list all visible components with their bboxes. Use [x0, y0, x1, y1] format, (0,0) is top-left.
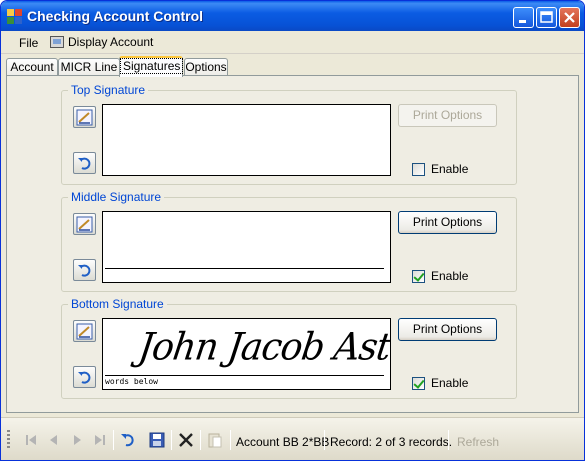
bottom-undo-button[interactable] [73, 366, 96, 388]
maximize-button[interactable] [536, 7, 557, 28]
next-record-icon [74, 435, 81, 445]
bottom-signature-label: Bottom Signature [68, 297, 167, 311]
tab-options[interactable]: Options [184, 58, 228, 76]
paste-icon [208, 433, 222, 448]
paste-button[interactable] [205, 431, 225, 449]
last-record-icon [95, 435, 105, 445]
bottom-enable-box[interactable] [412, 376, 425, 390]
next-record-button[interactable] [67, 431, 87, 449]
save-button[interactable] [147, 431, 167, 449]
toolbar-separator [448, 430, 449, 450]
bottom-signature-line [105, 375, 384, 376]
undo-toolbar-button[interactable] [118, 431, 138, 449]
top-undo-button[interactable] [73, 152, 96, 174]
middle-edit-signature-button[interactable] [73, 213, 96, 235]
toolbar-separator [324, 430, 325, 450]
top-print-options-button[interactable]: Print Options [398, 104, 497, 127]
tab-micr-line[interactable]: MICR Line [58, 58, 120, 76]
edit-signature-icon [76, 109, 93, 126]
tab-account[interactable]: Account [6, 58, 58, 76]
previous-record-button[interactable] [44, 431, 64, 449]
menu-bar: File Display Account [1, 31, 584, 54]
minimize-icon [519, 20, 526, 23]
words-below-label: words below [105, 377, 158, 386]
middle-print-options-button[interactable]: Print Options [398, 211, 497, 234]
delete-icon [179, 433, 193, 447]
close-button[interactable] [559, 7, 580, 28]
toolbar-grip[interactable] [7, 430, 10, 450]
first-record-button[interactable] [21, 431, 41, 449]
window-title: Checking Account Control [27, 8, 204, 24]
tab-signatures[interactable]: Signatures [119, 56, 184, 77]
record-navigator-toolbar: Account BB 2*BB Record: 2 of 3 records. … [1, 417, 584, 460]
record-status-label: Record: 2 of 3 records. [330, 435, 453, 449]
middle-signature-label: Middle Signature [68, 190, 165, 204]
bottom-enable-label: Enable [431, 376, 469, 390]
menu-display-account[interactable]: Display Account [50, 35, 153, 49]
title-bar[interactable]: Checking Account Control [1, 1, 584, 31]
top-enable-checkbox[interactable]: Enable [412, 162, 468, 176]
middle-undo-button[interactable] [73, 259, 96, 281]
undo-icon [78, 157, 91, 170]
middle-signature-group: Middle Signature Print Options Enable [61, 190, 517, 292]
middle-enable-label: Enable [431, 269, 469, 283]
display-account-icon [50, 36, 64, 48]
top-signature-box[interactable] [102, 104, 391, 176]
middle-enable-checkbox[interactable]: Enable [412, 269, 468, 283]
save-icon [149, 432, 165, 448]
close-icon [564, 12, 575, 23]
toolbar-separator [113, 430, 114, 450]
undo-icon [78, 264, 91, 277]
top-edit-signature-button[interactable] [73, 106, 96, 128]
toolbar-separator [200, 430, 201, 450]
app-icon [7, 9, 22, 24]
bottom-print-options-button[interactable]: Print Options [398, 318, 497, 341]
prev-record-icon [50, 435, 57, 445]
signature-image: John Jacob Astor [135, 325, 391, 370]
toolbar-separator [230, 430, 231, 450]
bottom-enable-checkbox[interactable]: Enable [412, 376, 468, 390]
maximize-icon [540, 11, 553, 23]
middle-enable-box[interactable] [412, 269, 425, 283]
toolbar-separator [171, 430, 172, 450]
menu-file[interactable]: File [19, 36, 38, 50]
middle-signature-line [105, 268, 384, 269]
last-record-button[interactable] [90, 431, 110, 449]
top-enable-label: Enable [431, 162, 469, 176]
menu-file-label: File [19, 36, 39, 50]
tab-signatures-label: Signatures [120, 58, 184, 74]
edit-signature-icon [76, 323, 93, 340]
menu-display-account-label: Display Account [68, 35, 154, 49]
top-signature-group: Top Signature Print Options Enable [61, 83, 517, 185]
undo-icon [121, 434, 134, 447]
top-signature-label: Top Signature [68, 83, 149, 97]
first-record-icon [26, 435, 36, 445]
app-window: Checking Account Control File Display Ac… [0, 0, 585, 461]
signatures-panel: Top Signature Print Options Enable Middl… [6, 75, 579, 413]
top-enable-box[interactable] [412, 162, 425, 176]
refresh-button[interactable]: Refresh [457, 435, 499, 449]
account-label: Account BB 2*BB [236, 435, 330, 449]
minimize-button[interactable] [513, 7, 534, 28]
bottom-signature-box[interactable]: John Jacob Astor words below [102, 318, 391, 390]
bottom-signature-group: Bottom Signature John Jacob Astor words … [61, 297, 517, 399]
edit-signature-icon [76, 216, 93, 233]
undo-icon [78, 371, 91, 384]
delete-button[interactable] [176, 431, 196, 449]
middle-signature-box[interactable] [102, 211, 391, 283]
bottom-edit-signature-button[interactable] [73, 320, 96, 342]
